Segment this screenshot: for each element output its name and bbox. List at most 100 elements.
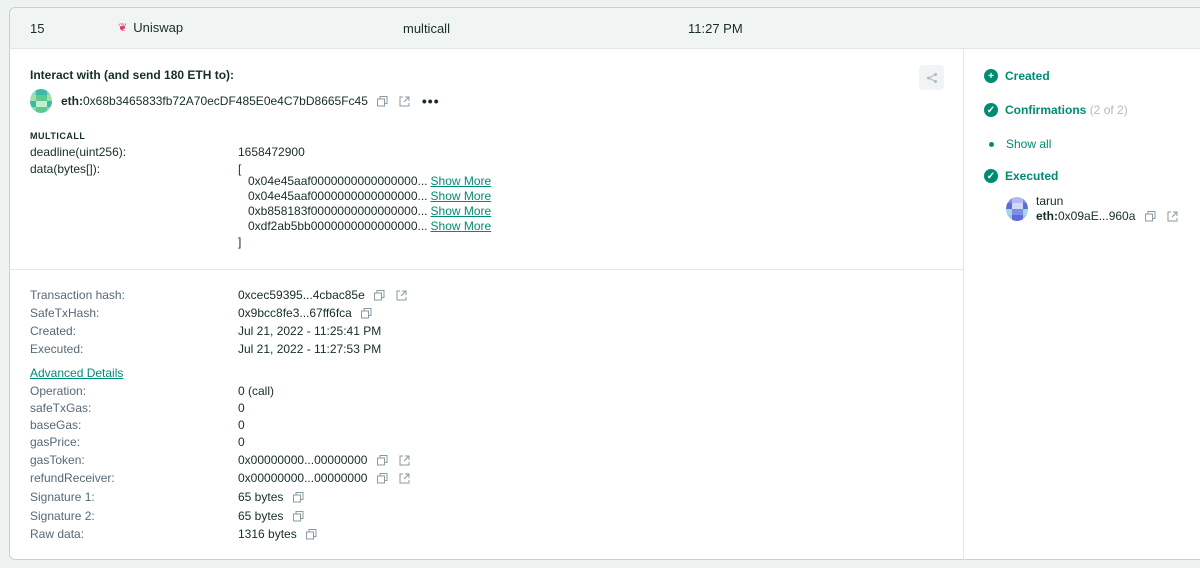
address-value: 0x68b3465833fb72A70ecDF485E0e4C7bD8665Fc… [83, 94, 368, 108]
transaction-row-header[interactable]: 15 ❦ Uniswap multicall 11:27 PM [9, 7, 1200, 48]
gas-price-value: 0 [238, 435, 245, 449]
open-owner-explorer-button[interactable] [1165, 210, 1179, 224]
data-item: 0x04e45aaf0000000000000000... Show More [248, 174, 491, 188]
gas-price-label: gasPrice: [30, 435, 81, 449]
copy-tx-hash-button[interactable] [373, 288, 387, 302]
data-item: 0xb858183f0000000000000000... Show More [248, 204, 491, 218]
data-open-bracket: [ [238, 162, 242, 176]
timeline-executed: ✓ Executed [984, 169, 1058, 183]
copy-icon [376, 472, 388, 483]
safe-tx-hash-label: SafeTxHash: [30, 306, 100, 320]
open-gas-token-explorer-button[interactable] [397, 453, 411, 467]
executor-owner: tarun eth: 0x09aE...960a [1006, 194, 1179, 224]
tx-app-name: Uniswap [133, 20, 184, 35]
timeline-executed-label: Executed [1005, 169, 1059, 183]
tx-hash-value: 0xcec59395...4cbac85e [238, 288, 365, 302]
copy-address-button[interactable] [376, 94, 390, 108]
share-icon [926, 72, 937, 83]
data-item-hex: 0x04e45aaf0000000000000000... [248, 174, 428, 188]
base-gas-value: 0 [238, 418, 245, 432]
copy-refund-receiver-button[interactable] [375, 471, 389, 485]
refund-receiver-label: refundReceiver: [30, 471, 115, 485]
show-more-link[interactable]: Show More [431, 189, 492, 203]
copy-gas-token-button[interactable] [375, 453, 389, 467]
show-all-link[interactable]: Show all [1006, 137, 1051, 151]
timeline-created: + Created [984, 69, 1050, 83]
copy-icon [1144, 211, 1156, 222]
copy-raw-data-button[interactable] [305, 527, 319, 541]
show-more-link[interactable]: Show More [431, 174, 492, 188]
owner-address-row: eth: 0x09aE...960a [1036, 209, 1179, 224]
copy-icon [374, 289, 385, 300]
operation-value: 0 (call) [238, 384, 275, 398]
base-gas-label: baseGas: [30, 418, 82, 432]
address-identicon [30, 89, 52, 113]
safe-tx-hash-value: 0x9bcc8fe3...67ff6fca [238, 306, 352, 320]
open-refund-receiver-explorer-button[interactable] [397, 471, 411, 485]
copy-icon [377, 95, 388, 106]
open-explorer-button[interactable] [398, 94, 412, 108]
advanced-details-link[interactable]: Advanced Details [30, 366, 123, 380]
timeline-confirmations-label: Confirmations (2 of 2) [1005, 103, 1128, 117]
copy-icon [292, 510, 304, 521]
data-item-hex: 0xb858183f0000000000000000... [248, 204, 428, 218]
transaction-details-panel: Interact with (and send 180 ETH to): eth… [9, 48, 1200, 561]
data-item: 0x04e45aaf0000000000000000... Show More [248, 189, 491, 203]
tx-time: 11:27 PM [688, 21, 743, 36]
data-item-hex: 0xdf2ab5bb0000000000000000... [248, 219, 428, 233]
check-circle-icon: ✓ [984, 169, 998, 183]
tx-method: multicall [403, 21, 450, 36]
tx-nonce: 15 [30, 21, 45, 36]
panel-divider-horizontal [10, 269, 963, 270]
copy-signature-1-button[interactable] [291, 490, 305, 504]
check-circle-icon: ✓ [984, 103, 998, 117]
external-link-icon [1167, 211, 1178, 222]
tx-hash-label: Transaction hash: [30, 288, 125, 302]
owner-prefix: eth: [1036, 209, 1058, 223]
tx-app: ❦ Uniswap [118, 20, 183, 35]
interact-title: Interact with (and send 180 ETH to): [30, 68, 235, 82]
timeline-confirmations: ✓ Confirmations (2 of 2) [984, 103, 1128, 117]
uniswap-unicorn-icon: ❦ [118, 22, 128, 34]
signature-1-value: 65 bytes [238, 490, 284, 504]
signature-1-row: 65 bytes [238, 490, 305, 504]
share-button[interactable] [919, 65, 944, 90]
interact-address: eth:0x68b3465833fb72A70ecDF485E0e4C7bD86… [61, 94, 368, 108]
show-more-link[interactable]: Show More [431, 204, 492, 218]
confirmations-count: (2 of 2) [1089, 103, 1128, 117]
executed-label: Executed: [30, 342, 84, 356]
external-link-icon [399, 455, 410, 465]
dot-icon [989, 141, 994, 147]
refund-receiver-row: 0x00000000...00000000 [238, 471, 411, 485]
param-value-deadline: 1658472900 [238, 145, 305, 159]
copy-icon [306, 528, 317, 539]
more-options-icon[interactable]: ••• [422, 94, 440, 108]
raw-data-row: 1316 bytes [238, 527, 319, 541]
confirmations-text: Confirmations [1005, 103, 1087, 117]
show-more-link[interactable]: Show More [431, 219, 492, 233]
created-label: Created: [30, 324, 77, 338]
open-tx-explorer-button[interactable] [395, 288, 409, 302]
data-item-hex: 0x04e45aaf0000000000000000... [248, 189, 428, 203]
safe-tx-gas-value: 0 [238, 401, 245, 415]
external-link-icon [399, 473, 410, 483]
owner-info: tarun eth: 0x09aE...960a [1036, 194, 1179, 224]
copy-owner-address-button[interactable] [1143, 210, 1157, 224]
copy-safe-tx-hash-button[interactable] [360, 306, 374, 320]
signature-2-row: 65 bytes [238, 509, 305, 523]
data-item: 0xdf2ab5bb0000000000000000... Show More [248, 219, 491, 233]
plus-circle-icon: + [984, 69, 998, 83]
owner-identicon [1006, 197, 1028, 221]
safe-tx-gas-label: safeTxGas: [30, 401, 92, 415]
external-link-icon [399, 96, 410, 106]
owner-name: tarun [1036, 194, 1064, 208]
refund-receiver-value: 0x00000000...00000000 [238, 471, 368, 485]
external-link-icon [396, 290, 407, 300]
copy-icon [376, 454, 388, 465]
param-name-deadline: deadline(uint256): [30, 145, 127, 159]
safe-tx-hash-row: 0x9bcc8fe3...67ff6fca [238, 306, 374, 320]
copy-signature-2-button[interactable] [291, 509, 305, 523]
address-prefix: eth: [61, 94, 83, 108]
copy-icon [292, 491, 304, 502]
timeline-show-all[interactable]: Show all [984, 137, 1051, 151]
